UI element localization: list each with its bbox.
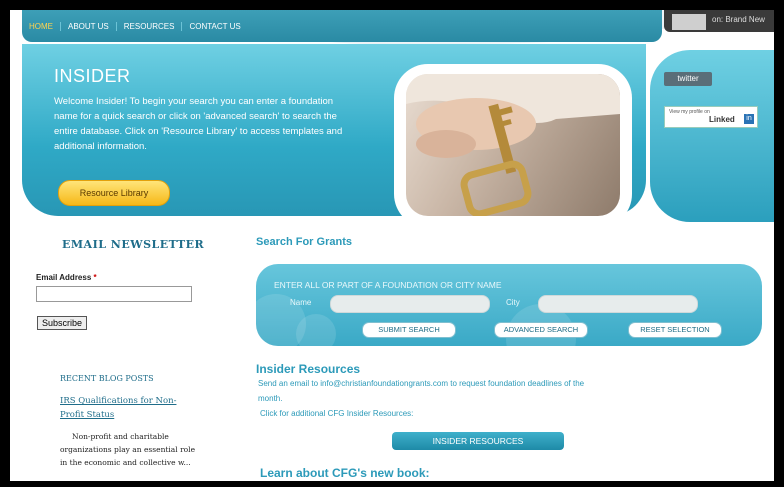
search-grants-title: Search For Grants <box>256 236 352 248</box>
reset-selection-button[interactable]: RESET SELECTION <box>628 322 722 338</box>
linkedin-brand: Linked <box>709 115 735 124</box>
nav-resources[interactable]: RESOURCES <box>117 21 183 31</box>
search-instructions: ENTER ALL OR PART OF A FOUNDATION OR CIT… <box>274 280 502 290</box>
hero-title: INSIDER <box>54 66 131 86</box>
blog-post-link[interactable]: IRS Qualifications for Non-Profit Status <box>60 394 200 422</box>
search-panel: ENTER ALL OR PART OF A FOUNDATION OR CIT… <box>256 264 762 346</box>
nav-contact-us[interactable]: CONTACT US <box>182 22 247 31</box>
banner-text: on: Brand New <box>712 15 765 24</box>
hand-with-key-image <box>406 74 620 216</box>
subscribe-button[interactable]: Subscribe <box>37 316 88 330</box>
top-right-banner: on: Brand New <box>664 10 774 32</box>
banner-thumbnail <box>672 14 706 30</box>
city-field-label: City <box>506 298 520 307</box>
email-address-label: Email Address * <box>36 273 97 282</box>
city-search-input[interactable] <box>538 295 698 313</box>
linkedin-badge[interactable]: View my profile on Linked in <box>664 106 758 128</box>
learn-book-heading: Learn about CFG's new book: <box>260 466 430 480</box>
hero-description: Welcome Insider! To begin your search yo… <box>54 96 343 152</box>
linkedin-icon: in <box>744 114 754 124</box>
linkedin-caption: View my profile on <box>669 109 710 115</box>
nav-about-us[interactable]: ABOUT US <box>61 21 117 31</box>
top-navigation: HOME ABOUT US RESOURCES CONTACT US <box>22 10 662 42</box>
required-marker: * <box>93 273 97 282</box>
email-label-text: Email Address <box>36 273 92 282</box>
decorative-circle <box>296 314 336 346</box>
blog-post-excerpt: Non-profit and charitable organizations … <box>60 432 196 467</box>
email-address-input[interactable] <box>36 286 192 302</box>
key-illustration <box>406 74 620 216</box>
submit-search-button[interactable]: SUBMIT SEARCH <box>362 322 456 338</box>
insider-resources-button[interactable]: INSIDER RESOURCES <box>392 432 564 450</box>
insider-resources-title: Insider Resources <box>256 362 361 376</box>
browser-page: HOME ABOUT US RESOURCES CONTACT US on: B… <box>10 10 774 481</box>
twitter-badge[interactable]: twitter <box>664 72 712 86</box>
hero-image-frame <box>394 64 632 228</box>
advanced-search-button[interactable]: ADVANCED SEARCH <box>494 322 588 338</box>
name-search-input[interactable] <box>330 295 490 313</box>
newsletter-title: EMAIL NEWSLETTER <box>62 238 205 251</box>
resources-text-line: Click for additional CFG Insider Resourc… <box>260 409 414 418</box>
resource-library-button[interactable]: Resource Library <box>58 180 170 206</box>
name-field-label: Name <box>290 298 312 307</box>
nav-home[interactable]: HOME <box>22 21 61 31</box>
resources-text-line: month. <box>258 394 283 403</box>
resources-text-line: Send an email to info@christianfoundatio… <box>258 379 585 388</box>
recent-blog-posts-title: RECENT BLOG POSTS <box>60 374 154 383</box>
